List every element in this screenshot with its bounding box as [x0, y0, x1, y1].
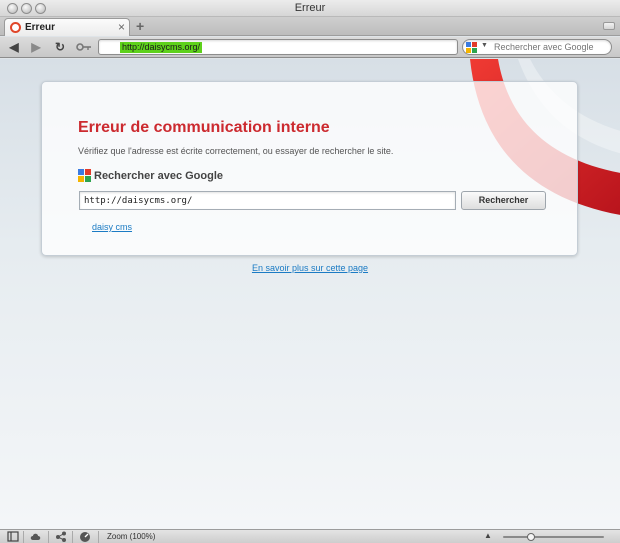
error-title: Erreur de communication interne [78, 119, 330, 136]
search-input[interactable] [494, 42, 609, 52]
key-icon[interactable] [76, 40, 92, 54]
window-title: Erreur [294, 2, 326, 14]
zoom-slider[interactable] [503, 536, 604, 538]
tab-erreur[interactable]: Erreur × [4, 18, 130, 36]
status-separator [98, 531, 99, 543]
speed-dial-icon[interactable] [79, 531, 91, 542]
query-input[interactable] [79, 191, 456, 210]
status-separator [23, 531, 24, 543]
tab-bar: Erreur × + [0, 17, 620, 36]
zoom-label[interactable]: Zoom (100%) [107, 532, 155, 541]
status-separator [48, 531, 49, 543]
navigation-toolbar: ◀ ▶ ↻ http://daisycms.org/ ▼ [0, 37, 620, 58]
suggestion-link[interactable]: daisy cms [92, 222, 132, 232]
opera-icon [10, 22, 21, 33]
zoom-slider-handle[interactable] [527, 533, 536, 541]
panel-icon[interactable] [7, 531, 19, 542]
title-bar: Erreur [0, 0, 620, 17]
tab-title: Erreur [25, 22, 56, 33]
status-bar: Zoom (100%) ▲ [0, 529, 620, 543]
cloud-icon[interactable] [30, 531, 42, 542]
tab-close-icon[interactable]: × [118, 20, 125, 34]
learn-more-link[interactable]: En savoir plus sur cette page [0, 263, 620, 273]
back-arrow-icon[interactable]: ◀ [7, 40, 21, 54]
search-heading: Rechercher avec Google [94, 170, 224, 182]
tab-menu-icon[interactable] [603, 22, 615, 30]
search-bar[interactable]: ▼ [462, 39, 612, 55]
error-card: Erreur de communication interne Vérifiez… [41, 81, 578, 256]
google-icon[interactable] [466, 42, 477, 53]
address-bar[interactable]: http://daisycms.org/ [98, 39, 458, 55]
zoom-menu-icon[interactable]: ▲ [484, 531, 492, 540]
error-description: Vérifiez que l'adresse est écrite correc… [78, 146, 394, 156]
forward-arrow-icon[interactable]: ▶ [29, 40, 43, 54]
share-icon[interactable] [55, 531, 67, 542]
reload-icon[interactable]: ↻ [53, 40, 67, 54]
address-url[interactable]: http://daisycms.org/ [120, 42, 203, 53]
page-content: Erreur de communication interne Vérifiez… [0, 59, 620, 529]
google-icon [78, 169, 91, 182]
status-separator [72, 531, 73, 543]
chevron-down-icon[interactable]: ▼ [481, 42, 488, 49]
new-tab-button[interactable]: + [136, 18, 144, 34]
search-button[interactable]: Rechercher [461, 191, 546, 210]
